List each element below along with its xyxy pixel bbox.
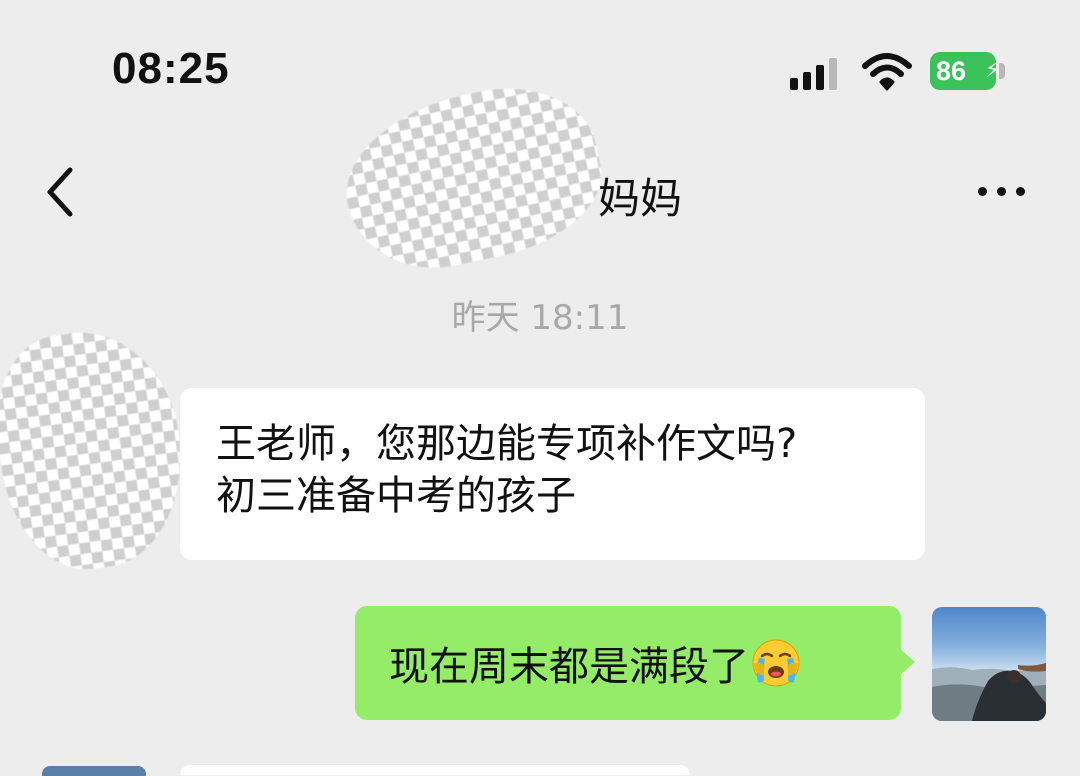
back-chevron-icon[interactable] <box>38 160 98 224</box>
next-message-bubble[interactable] <box>180 765 690 775</box>
avatar-photo <box>932 663 1046 721</box>
battery-tip <box>999 63 1005 79</box>
loudly-crying-face-icon <box>752 639 800 687</box>
redacted-contact-avatar[interactable] <box>0 320 196 580</box>
my-avatar[interactable] <box>932 607 1046 721</box>
status-time: 08:25 <box>112 44 230 93</box>
outgoing-message-bubble[interactable]: 现在周末都是满段了 <box>355 606 901 720</box>
next-message-avatar[interactable] <box>42 766 146 776</box>
chat-title: 妈妈 <box>598 174 683 223</box>
redacted-contact-name <box>330 70 615 285</box>
outgoing-bubble-tail <box>899 648 915 676</box>
wifi-icon <box>862 53 912 91</box>
message-line: 王老师，您那边能专项补作文吗? <box>216 421 798 467</box>
message-line: 初三准备中考的孩子 <box>216 473 576 519</box>
message-timestamp: 昨天 18:11 <box>451 298 629 338</box>
more-icon[interactable] <box>970 174 1034 208</box>
signal-icon <box>790 56 838 90</box>
outgoing-message-text: 现在周末都是满段了 <box>389 644 749 690</box>
incoming-message-bubble[interactable]: 王老师，您那边能专项补作文吗? 初三准备中考的孩子 <box>180 388 925 560</box>
battery-level: 86 <box>936 56 967 86</box>
